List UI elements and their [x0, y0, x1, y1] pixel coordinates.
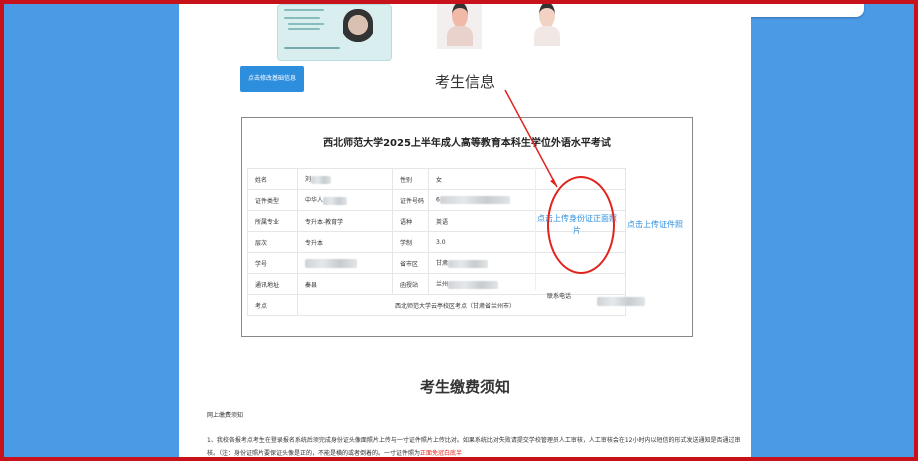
screenshot-frame: 点击修改基础信息 考生信息 西北师范大学2025上半年成人高等教育本科生学位外语… — [0, 0, 918, 461]
annotation-arrow — [504, 89, 558, 188]
